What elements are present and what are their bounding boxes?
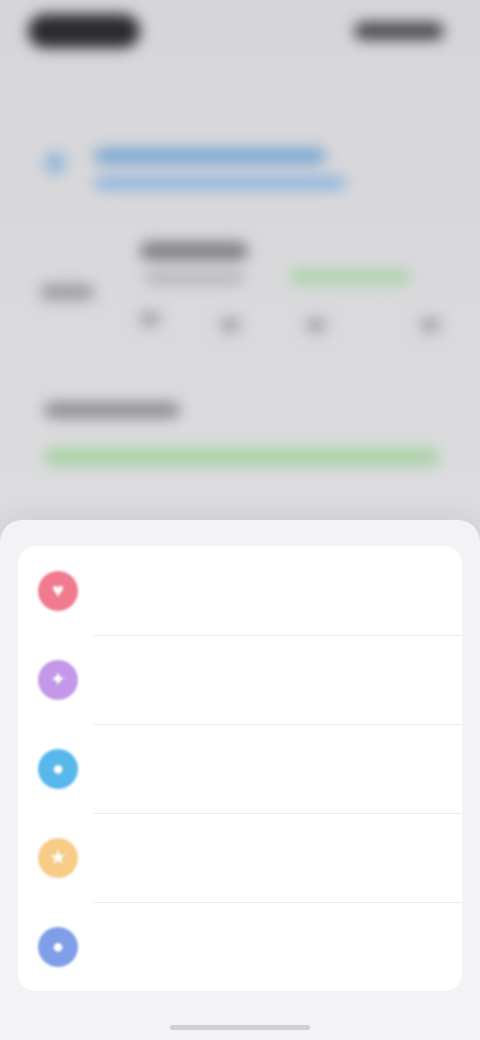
stat-subtitle xyxy=(144,272,244,284)
header-link-line-2 xyxy=(94,176,346,190)
sparkle-icon: ✦ xyxy=(38,659,78,700)
section-title xyxy=(44,402,180,418)
progress-bar xyxy=(44,448,440,466)
blurred-app-content xyxy=(0,0,480,560)
stat-label-left xyxy=(40,284,94,300)
back-icon xyxy=(44,152,66,174)
heart-icon: ♥ xyxy=(38,570,78,611)
progress-fill xyxy=(44,448,440,466)
user-icon: ● xyxy=(38,926,78,967)
menu-item-4[interactable]: ★ xyxy=(18,813,462,902)
menu-item-1[interactable]: ♥ xyxy=(18,546,462,635)
stat-title xyxy=(140,242,248,260)
menu-item-3[interactable]: ● xyxy=(18,724,462,813)
menu-item-2[interactable]: ✦ xyxy=(18,635,462,724)
stat-label-green xyxy=(290,270,410,284)
home-indicator[interactable] xyxy=(170,1025,310,1030)
chat-icon: ● xyxy=(38,748,78,789)
bottom-sheet: ♥ ✦ ● ★ ● xyxy=(0,520,480,1040)
menu-item-5[interactable]: ● xyxy=(18,902,462,991)
header-link-line-1 xyxy=(94,148,326,164)
stat-value-1 xyxy=(140,312,160,326)
status-bar-indicators xyxy=(354,22,444,40)
stat-value-4 xyxy=(420,318,440,332)
stat-value-3 xyxy=(306,318,326,332)
stat-value-2 xyxy=(220,318,240,332)
star-icon: ★ xyxy=(38,837,78,878)
status-bar-time xyxy=(28,14,140,48)
action-menu: ♥ ✦ ● ★ ● xyxy=(18,546,462,991)
